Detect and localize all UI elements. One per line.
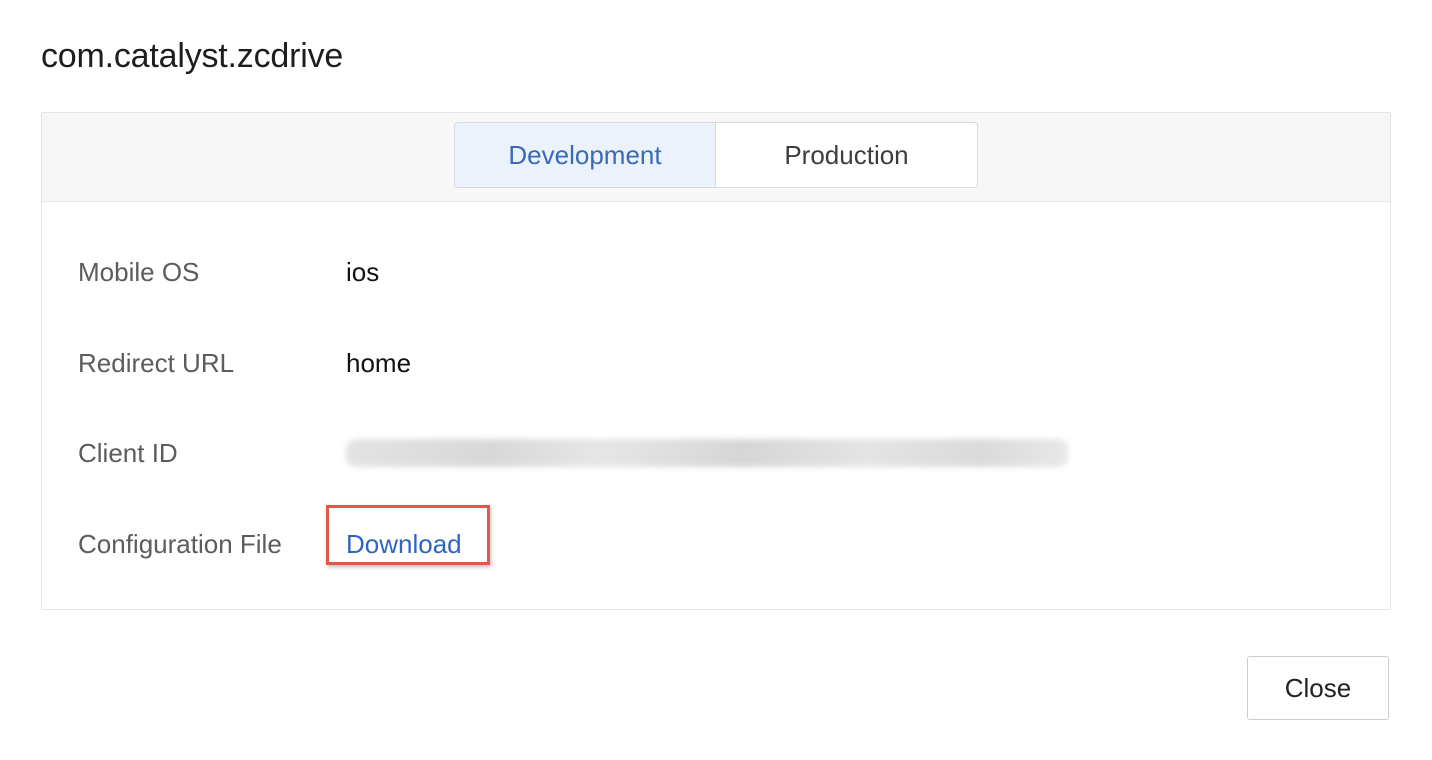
- tab-development[interactable]: Development: [455, 123, 716, 187]
- download-link[interactable]: Download: [346, 529, 462, 559]
- redirect-url-row: Redirect URL home: [78, 343, 411, 383]
- mobile-os-label: Mobile OS: [78, 256, 200, 287]
- details-panel: Development Production Mobile OS ios Red…: [41, 112, 1391, 610]
- configuration-file-row: Configuration File Download: [78, 504, 490, 565]
- close-button[interactable]: Close: [1247, 656, 1389, 720]
- panel-header: Development Production: [42, 113, 1390, 202]
- client-id-row: Client ID: [78, 433, 1068, 473]
- client-id-label: Client ID: [78, 437, 178, 468]
- redirect-url-label: Redirect URL: [78, 347, 235, 378]
- redirect-url-value: home: [346, 347, 412, 378]
- environment-tab-group: Development Production: [454, 122, 978, 188]
- dialog-title: com.catalyst.zcdrive: [41, 37, 344, 75]
- tab-production[interactable]: Production: [716, 123, 977, 187]
- mobile-os-value: ios: [346, 256, 380, 287]
- configuration-file-label: Configuration File: [78, 528, 282, 559]
- download-wrapper: Download: [326, 504, 490, 565]
- app-details-dialog: com.catalyst.zcdrive Development Product…: [0, 0, 1432, 760]
- mobile-os-row: Mobile OS ios: [78, 252, 379, 292]
- client-id-redacted-value: [346, 439, 1068, 467]
